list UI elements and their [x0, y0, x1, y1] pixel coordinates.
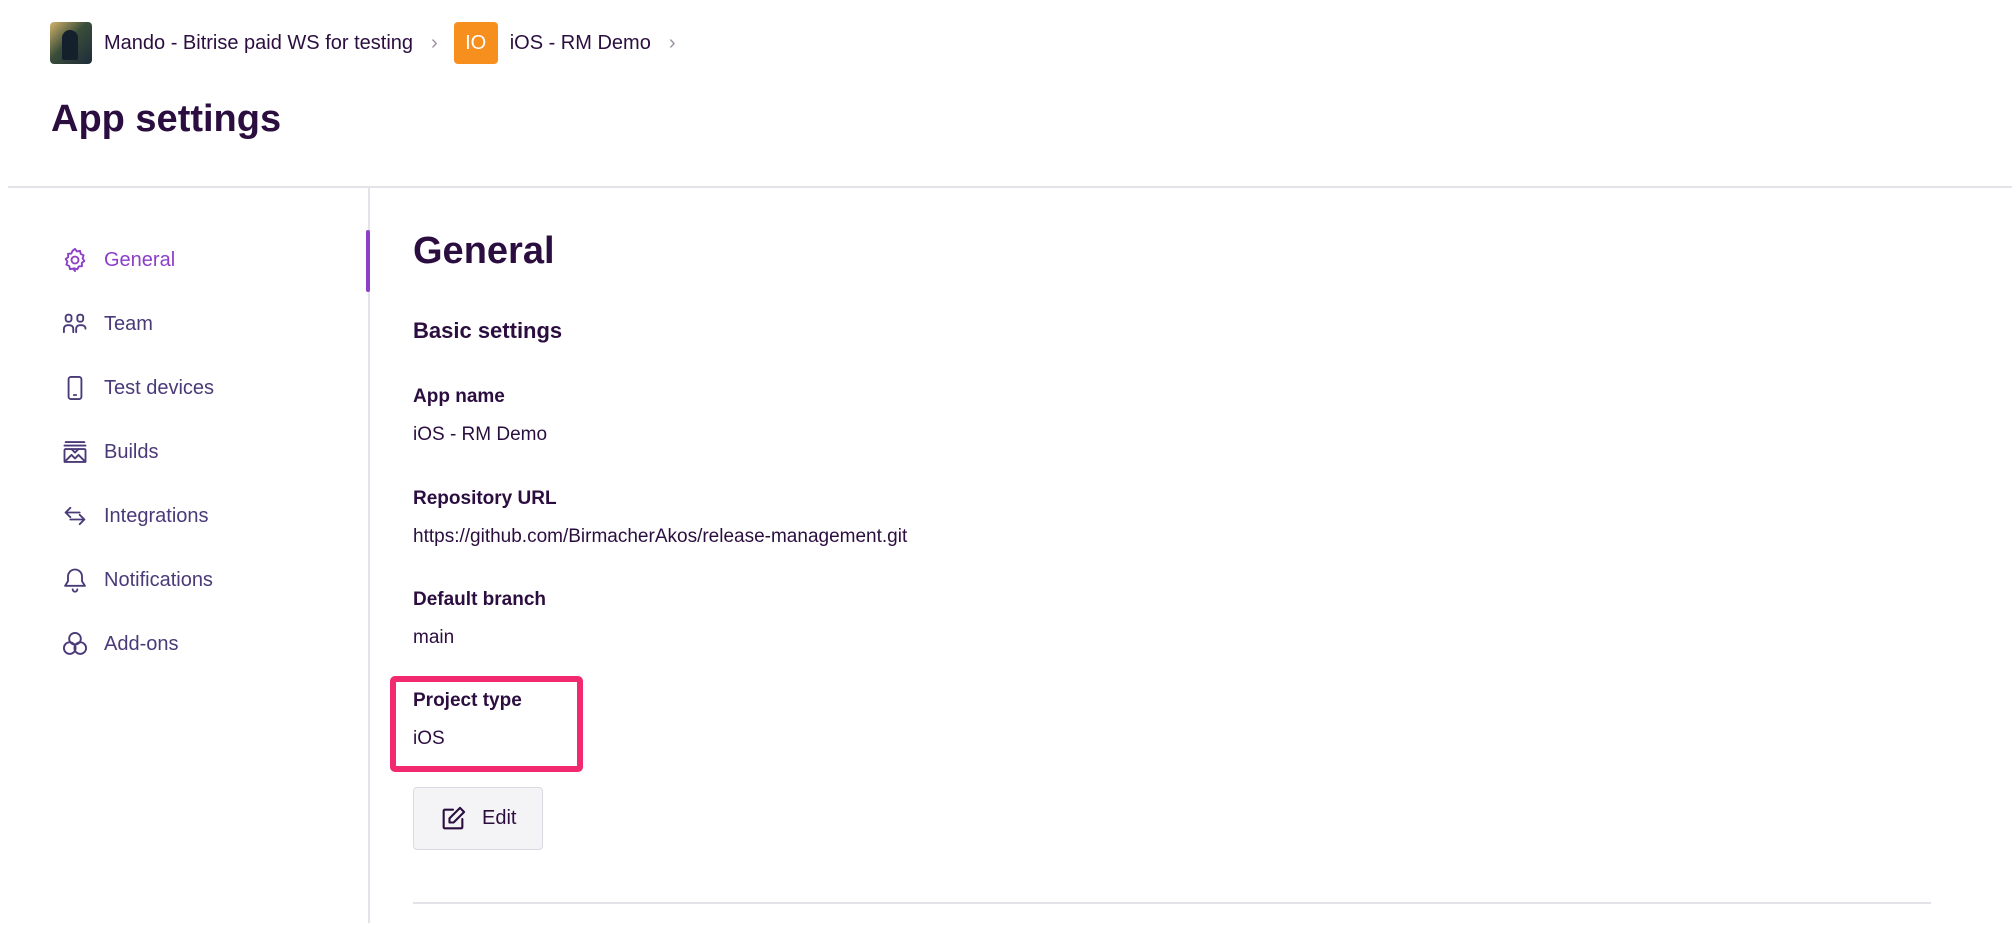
app-name-value: iOS - RM Demo — [413, 424, 548, 445]
gear-icon — [60, 245, 90, 275]
content-divider — [413, 902, 1931, 904]
sidebar-active-indicator — [366, 230, 370, 292]
sidebar: General Team Test devices Builds Integra… — [60, 228, 360, 676]
sidebar-item-label: Notifications — [104, 568, 213, 591]
breadcrumb: Mando - Bitrise paid WS for testing › IO… — [50, 20, 691, 66]
sidebar-item-label: Test devices — [104, 376, 215, 399]
default-branch-label: Default branch — [413, 589, 547, 610]
sidebar-item-add-ons[interactable]: Add-ons — [60, 612, 360, 676]
page-title: App settings — [51, 98, 282, 140]
breadcrumb-app[interactable]: iOS - RM Demo — [510, 32, 651, 55]
sidebar-item-test-devices[interactable]: Test devices — [60, 356, 360, 420]
sidebar-item-label: Team — [104, 312, 153, 335]
edit-icon — [438, 804, 468, 834]
sidebar-item-general[interactable]: General — [60, 228, 360, 292]
sidebar-item-notifications[interactable]: Notifications — [60, 548, 360, 612]
sidebar-item-label: General — [104, 248, 176, 271]
sidebar-divider — [368, 188, 370, 923]
chevron-right-icon: › — [668, 31, 676, 54]
sidebar-item-label: Integrations — [104, 504, 209, 527]
app-badge[interactable]: IO — [453, 22, 498, 64]
sidebar-item-label: Add-ons — [104, 632, 179, 655]
sidebar-item-builds[interactable]: Builds — [60, 420, 360, 484]
section-title: General — [413, 230, 555, 272]
workspace-avatar[interactable] — [50, 22, 92, 64]
default-branch-value: main — [413, 627, 455, 648]
bell-icon — [60, 565, 90, 595]
subsection-title: Basic settings — [413, 318, 563, 343]
addons-icon — [60, 629, 90, 659]
sidebar-item-integrations[interactable]: Integrations — [60, 484, 360, 548]
header-divider — [8, 186, 2012, 188]
edit-button-label: Edit — [482, 807, 517, 829]
repository-url-label: Repository URL — [413, 488, 557, 509]
app-name-label: App name — [413, 386, 505, 407]
breadcrumb-workspace[interactable]: Mando - Bitrise paid WS for testing — [104, 32, 413, 55]
phone-icon — [60, 373, 90, 403]
edit-button[interactable]: Edit — [413, 787, 543, 850]
team-icon — [60, 309, 90, 339]
repository-url-value: https://github.com/BirmacherAkos/release… — [413, 526, 908, 547]
project-type-highlight — [390, 676, 583, 772]
chevron-right-icon: › — [431, 31, 438, 54]
builds-icon — [60, 437, 90, 467]
sidebar-item-label: Builds — [104, 440, 159, 463]
arrows-icon — [60, 501, 90, 531]
sidebar-item-team[interactable]: Team — [60, 292, 360, 356]
